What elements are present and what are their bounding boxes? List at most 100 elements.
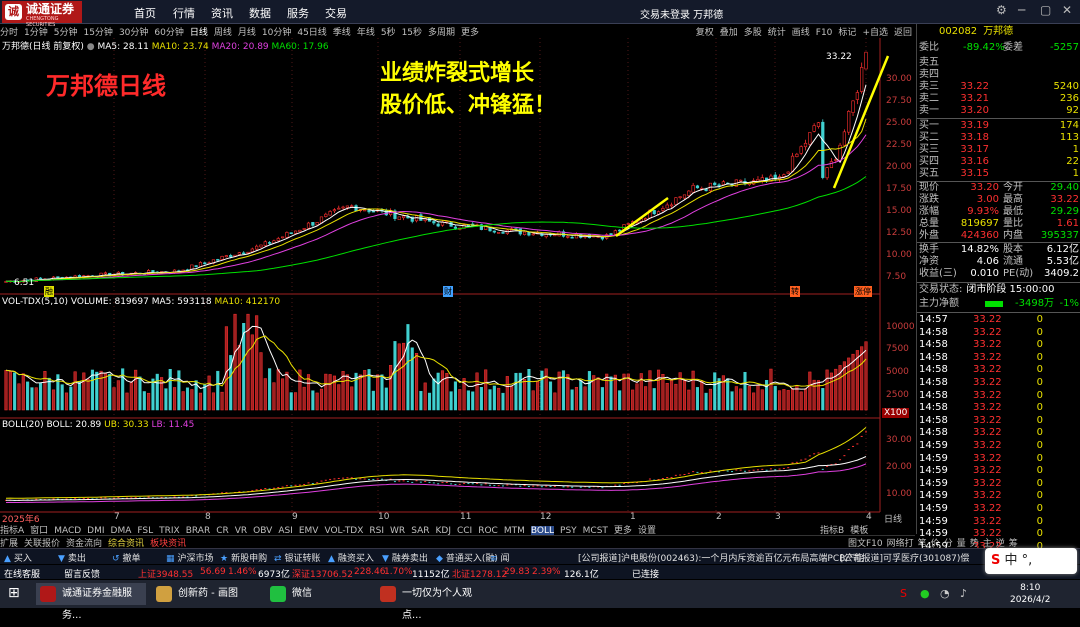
tick-volume: 0 (1036, 465, 1043, 477)
cmd-icon: ≡ (490, 554, 498, 564)
cmd-icon: ▲ (4, 554, 11, 564)
wechat-app-icon (270, 586, 286, 602)
maximize-icon[interactable]: ▢ (1040, 3, 1051, 17)
event-marker[interactable]: 转 (790, 286, 800, 297)
volume-bar (289, 392, 293, 411)
clock[interactable]: 8:10 2026/4/2 (1010, 582, 1050, 606)
candle-body (704, 188, 708, 192)
candle-body (194, 265, 198, 267)
volume-bar (172, 387, 177, 411)
orderbook-row[interactable]: 买五 33.15 1 (919, 168, 1079, 180)
orderbook-row[interactable]: 卖四 (919, 69, 1079, 81)
skin-icon[interactable]: ⚙ (996, 3, 1007, 17)
volume-bar (198, 392, 203, 411)
orderbook-row[interactable]: 卖二 33.21 236 (919, 93, 1079, 105)
volume-bar (302, 386, 306, 411)
cmd-0[interactable]: ▲ 买入 (4, 551, 44, 564)
cmd-3[interactable]: ▦ 沪深市场 (166, 551, 226, 564)
volume-bar (531, 390, 535, 411)
cmd-4[interactable]: ★ 新股申购 (220, 551, 279, 564)
orderbook-row[interactable]: 卖三 33.22 5240 (919, 81, 1079, 93)
legend-dot-icon: ● (86, 42, 95, 52)
news-ticker-2[interactable]: [公司报道]可孚医疗(301087)偿 (840, 551, 980, 564)
orderbook-row[interactable]: 买二 33.18 113 (919, 132, 1079, 144)
event-marker[interactable]: 涨停 (854, 286, 872, 297)
vol-axis-label: 2500 (886, 390, 909, 400)
orderbook-price: 33.22 (960, 81, 989, 92)
event-marker[interactable]: 财 (443, 286, 453, 297)
low-label: 6.51 (14, 278, 35, 288)
task-broker[interactable]: 诚通证券金融服务... (36, 583, 146, 621)
cmd-5[interactable]: ⇄ 银证转账 (274, 551, 333, 564)
feedback-link[interactable]: 留言反馈 (64, 567, 100, 580)
tick-row: 14:59 33.22 0 (919, 453, 1079, 465)
candle-body (851, 100, 855, 113)
task-wechat[interactable]: 微信 (266, 583, 376, 605)
cmd-2[interactable]: ↺ 撤单 (112, 551, 153, 564)
tray-volume-icon[interactable]: ♪ (960, 587, 967, 600)
candle-body (280, 236, 285, 239)
news-ticker[interactable]: [公司报道]沪电股份(002463):一个月内斥资逾百亿元布局高端PCB产能 (578, 551, 863, 564)
ime-toolbar[interactable]: S 中 °, (985, 548, 1077, 574)
cmd-7[interactable]: ▼ 融券卖出 (382, 551, 440, 564)
x-axis-label: 7 (114, 512, 120, 522)
boll-axis-label: 30.00 (886, 435, 912, 445)
candle-body (268, 242, 272, 244)
service-link[interactable]: 在线客服 (4, 567, 40, 580)
cmd-1[interactable]: ▼ 卖出 (58, 551, 98, 564)
cmd-label: 新股申购 (231, 554, 268, 564)
cmd-6[interactable]: ▲ 融资买入 (328, 551, 386, 564)
candle-body (224, 255, 229, 258)
price-axis-label: 20.00 (886, 162, 912, 172)
status-bar: 在线客服 留言反馈 上证3948.55 56.69 1.46% 6973亿 深证… (0, 565, 1080, 580)
volume-bar (30, 387, 34, 411)
volume-bar (587, 371, 591, 411)
orderbook-row[interactable]: 买一 33.19 174 (919, 120, 1079, 132)
orderbook-label: 卖四 (919, 69, 939, 80)
tray-sogou-icon[interactable]: S (900, 587, 907, 600)
volume-bar (337, 384, 341, 411)
divider (917, 312, 1080, 313)
tick-time: 14:58 (919, 351, 948, 363)
windows-start-icon[interactable]: ⊞ (8, 585, 20, 601)
sub-tabs: 扩展 关联报价 资金流向 综合资讯 板块资讯 图文F10 网络打笔价分量势主逆筹 (0, 535, 1018, 549)
volume-bar (315, 392, 319, 411)
boll-legend: BOLL(20) BOLL: 20.89 UB: 30.33 LB: 11.45 (2, 420, 194, 430)
stat-value: 9.93% (967, 206, 999, 217)
cmd-9[interactable]: ≡ 闻 (490, 551, 522, 564)
event-marker[interactable]: 融 (44, 286, 54, 297)
cmd-icon: ▲ (328, 554, 335, 564)
candle-body (626, 223, 630, 225)
cmd-icon: ⇄ (274, 554, 282, 564)
x-axis-label: 9 (292, 512, 298, 522)
webi-row: 委比 -89.42% 委差 -5257 (919, 42, 1079, 54)
orderbook-row[interactable]: 卖一 33.20 92 (919, 105, 1079, 117)
sh-amount: 6973亿 (258, 570, 290, 580)
boll-value: BOLL: 20.89 (46, 420, 102, 430)
ime-logo-icon: S (991, 553, 1001, 568)
candle-body (618, 229, 622, 232)
task-paint[interactable]: 创新药 - 画图 (152, 583, 262, 605)
close-icon[interactable]: ✕ (1062, 3, 1072, 17)
volume-bar (281, 378, 285, 411)
candle-body (669, 204, 674, 207)
tray-wechat-icon[interactable]: ● (920, 587, 930, 600)
orderbook-row[interactable]: 买三 33.17 1 (919, 144, 1079, 156)
candle-body (302, 228, 306, 230)
tick-time: 14:59 (919, 528, 948, 540)
tray-network-icon[interactable]: ◔ (940, 587, 950, 600)
tick-price: 33.22 (973, 477, 1002, 489)
volume-bar (708, 388, 712, 411)
volume-bar (561, 370, 566, 411)
task-doc[interactable]: 一切仅为个人观点... (376, 583, 486, 621)
volume-bar (501, 392, 505, 411)
candle-body (419, 214, 423, 221)
candle-body (255, 245, 259, 250)
tick-time: 14:58 (919, 414, 948, 426)
orderbook-row[interactable]: 卖五 (919, 57, 1079, 69)
candle-body (363, 209, 367, 212)
tick-row: 14:58 33.22 0 (919, 390, 1079, 402)
orderbook-row[interactable]: 买四 33.16 22 (919, 156, 1079, 168)
orderbook-price: 33.18 (960, 132, 989, 143)
minimize-icon[interactable]: ─ (1018, 3, 1025, 17)
